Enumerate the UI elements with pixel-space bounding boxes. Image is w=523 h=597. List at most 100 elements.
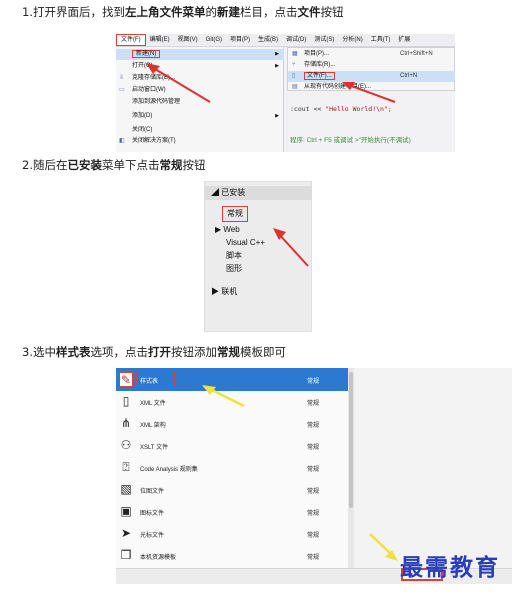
template-item-xml-file[interactable]: ▯ XML 文件 常规 bbox=[116, 390, 348, 413]
step3-text-part: 模板即可 bbox=[239, 345, 286, 359]
solution-icon: ◧ bbox=[119, 138, 125, 144]
xml-schema-icon: ⋔ bbox=[120, 416, 132, 430]
template-category: 常规 bbox=[307, 511, 320, 517]
menu-item-label: 关闭解决方案(T) bbox=[132, 138, 176, 144]
resource-template-icon: ❐ bbox=[120, 548, 132, 562]
file-menu-item-close[interactable]: 关闭(C) bbox=[116, 125, 284, 136]
step2-text-part: 2.随后在 bbox=[22, 158, 68, 172]
template-name: 样式表 bbox=[140, 379, 159, 385]
submenu-arrow-icon: ▶ bbox=[275, 63, 279, 69]
step1-text-part: 的 bbox=[205, 5, 217, 19]
step3-text-part: 3.选中 bbox=[22, 345, 56, 359]
file-menu-item-new[interactable]: 新建(N) ▶ bbox=[116, 49, 284, 60]
menu-project[interactable]: 项目(P) bbox=[226, 34, 254, 46]
vs-file-menu-screenshot: 文件(F) 编辑(E) 视图(V) Git(G) 项目(P) 生成(B) 调试(… bbox=[116, 34, 455, 152]
template-name: 本机资源模板 bbox=[140, 555, 177, 561]
step1-text: 1.打开界面后，找到左上角文件菜单的新建栏目，点击文件按钮 bbox=[22, 5, 343, 20]
step1-text-part: 1.打开界面后，找到 bbox=[22, 5, 125, 19]
file-menu-item-source-control[interactable]: 添加到源代码管理 bbox=[116, 97, 284, 108]
menu-extensions[interactable]: 扩展 bbox=[394, 34, 414, 46]
code-text: :cout << bbox=[290, 105, 326, 113]
tree-item-web[interactable]: ▶ Web bbox=[215, 224, 240, 235]
template-item-stylesheet[interactable]: ✎ 样式表 常规 bbox=[116, 368, 348, 391]
new-submenu-item-project[interactable]: ▦ 项目(P)... Ctrl+Shift+N bbox=[288, 49, 455, 60]
template-category: 常规 bbox=[307, 445, 320, 451]
repo-icon: ⑂ bbox=[292, 62, 296, 68]
submenu-arrow-icon: ▶ bbox=[275, 113, 279, 119]
step2-text: 2.随后在已安装菜单下点击常规按钮 bbox=[22, 158, 205, 173]
scrollbar-thumb[interactable] bbox=[349, 372, 353, 508]
comment-line: 程序: Ctrl + F5 或调试 >"开始执行(不调试) bbox=[290, 137, 411, 144]
menu-item-label: 克隆存储库(E)... bbox=[132, 75, 175, 81]
file-menu-item-clone[interactable]: ⇩ 克隆存储库(E)... bbox=[116, 73, 284, 84]
cursor-file-icon: ➤ bbox=[120, 526, 132, 540]
menu-file[interactable]: 文件(F) bbox=[116, 34, 146, 46]
bitmap-icon: ▧ bbox=[120, 482, 132, 496]
file-icon: ▯ bbox=[292, 73, 296, 79]
watermark: 最需教育 bbox=[400, 554, 500, 581]
template-category: 常规 bbox=[307, 489, 320, 495]
template-category: 常规 bbox=[307, 467, 320, 473]
template-item-icon-file[interactable]: ▣ 图标文件 常规 bbox=[116, 500, 348, 523]
tree-item-general[interactable]: 常规 bbox=[222, 206, 248, 222]
menu-analyze[interactable]: 分析(N) bbox=[338, 34, 366, 46]
menu-test[interactable]: 测试(S) bbox=[310, 34, 338, 46]
tree-item-online[interactable]: ▶ 联机 bbox=[211, 286, 237, 297]
menu-edit[interactable]: 编辑(E) bbox=[146, 34, 174, 46]
clone-icon: ⇩ bbox=[119, 75, 125, 81]
template-category: 常规 bbox=[307, 401, 320, 407]
menu-item-label: 启动窗口(W) bbox=[132, 87, 166, 93]
installed-header[interactable]: ◢ 已安装 bbox=[205, 186, 312, 200]
code-line: :cout << "Hello World!\n"; bbox=[290, 105, 392, 113]
template-item-code-analysis-ruleset[interactable]: ⍰ Code Analysis 规则集 常规 bbox=[116, 456, 348, 479]
file-menu-dropdown: 新建(N) ▶ 打开(O) ▶ ⇩ 克隆存储库(E)... ▭ 启动窗口(W) 添加到源… bbox=[116, 47, 284, 152]
file-menu-item-start-window[interactable]: ▭ 启动窗口(W) bbox=[116, 85, 284, 96]
new-submenu: ▦ 项目(P)... Ctrl+Shift+N ⑂ 存储库(R)... ▯ 文件(F).… bbox=[287, 47, 455, 91]
template-item-xml-schema[interactable]: ⋔ XML 架构 常规 bbox=[116, 412, 348, 435]
tree-item-graphics[interactable]: 图形 bbox=[226, 263, 242, 274]
submenu-item-label: 存储库(R)... bbox=[304, 62, 336, 68]
new-submenu-item-from-code[interactable]: ▤ 从现有代码创建项目(E)... bbox=[288, 82, 455, 93]
menu-bar: 文件(F) 编辑(E) 视图(V) Git(G) 项目(P) 生成(B) 调试(… bbox=[116, 34, 455, 47]
menu-build[interactable]: 生成(B) bbox=[254, 34, 282, 46]
file-menu-item-open[interactable]: 打开(O) ▶ bbox=[116, 61, 284, 72]
tree-item-visual-cpp[interactable]: Visual C++ bbox=[226, 237, 265, 248]
submenu-item-label: 项目(P)... bbox=[304, 51, 329, 57]
menu-debug[interactable]: 调试(D) bbox=[282, 34, 310, 46]
step3-text: 3.选中样式表选项，点击打开按钮添加常规模板即可 bbox=[22, 345, 286, 360]
step1-text-bold: 文件 bbox=[297, 5, 321, 19]
file-menu-item-add[interactable]: 添加(D) ▶ bbox=[116, 111, 284, 122]
step3-text-bold: 打开 bbox=[147, 345, 171, 359]
template-item-resource-template[interactable]: ❐ 本机资源模板 常规 bbox=[116, 544, 348, 567]
template-item-xslt-file[interactable]: ⚇ XSLT 文件 常规 bbox=[116, 434, 348, 457]
template-name: XML 文件 bbox=[140, 401, 166, 407]
icon-file-icon: ▣ bbox=[120, 504, 132, 518]
new-submenu-item-repository[interactable]: ⑂ 存储库(R)... bbox=[288, 60, 455, 71]
new-submenu-item-file[interactable]: ▯ 文件(F)... Ctrl+N bbox=[288, 71, 455, 82]
menu-tools[interactable]: 工具(T) bbox=[367, 34, 395, 46]
installed-templates-screenshot: ◢ 已安装 常规 ▶ Web Visual C++ 脚本 图形 ▶ 联机 bbox=[204, 181, 312, 332]
step3-text-bold: 常规 bbox=[216, 345, 240, 359]
step3-text-part: 按钮添加 bbox=[170, 345, 217, 359]
ruleset-icon: ⍰ bbox=[122, 460, 130, 474]
step1-text-part: 按钮 bbox=[320, 5, 344, 19]
menu-item-label: 新建(N) bbox=[132, 50, 161, 58]
step2-text-part: 菜单下点击 bbox=[101, 158, 160, 172]
file-menu-item-close-solution[interactable]: ◧ 关闭解决方案(T) bbox=[116, 136, 284, 147]
submenu-item-label: 文件(F)... bbox=[304, 72, 335, 80]
submenu-arrow-icon: ▶ bbox=[275, 51, 279, 57]
code-icon: ▤ bbox=[292, 84, 298, 90]
step3-text-bold: 样式表 bbox=[55, 345, 91, 359]
tree-item-script[interactable]: 脚本 bbox=[226, 250, 242, 261]
shortcut-text: Ctrl+Shift+N bbox=[400, 51, 433, 57]
template-name: 图标文件 bbox=[140, 511, 165, 517]
step2-text-bold: 已安装 bbox=[67, 158, 102, 172]
submenu-item-label: 从现有代码创建项目(E)... bbox=[304, 84, 371, 90]
template-item-bitmap[interactable]: ▧ 位图文件 常规 bbox=[116, 478, 348, 501]
template-item-cursor-file[interactable]: ➤ 光标文件 常规 bbox=[116, 522, 348, 545]
step2-text-part: 按钮 bbox=[182, 158, 206, 172]
template-name: 位图文件 bbox=[140, 489, 165, 495]
menu-git[interactable]: Git(G) bbox=[202, 34, 226, 46]
menu-view[interactable]: 视图(V) bbox=[174, 34, 202, 46]
template-category: 常规 bbox=[307, 423, 320, 429]
